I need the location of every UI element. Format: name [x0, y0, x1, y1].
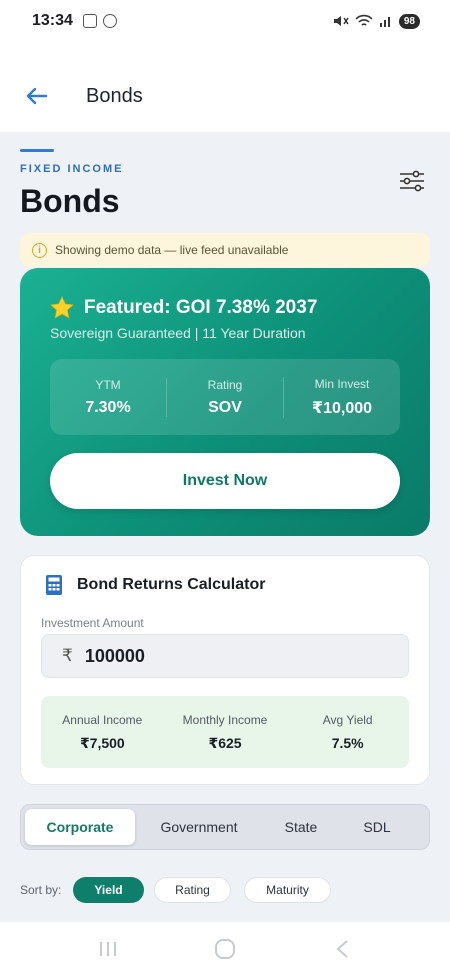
- bond-type-tabs: Corporate Government State SDL: [20, 804, 430, 850]
- star-icon: [50, 296, 74, 319]
- stat-ytm: YTM 7.30%: [50, 378, 166, 417]
- stat-label: Rating: [207, 377, 243, 392]
- notice-text: Showing demo data — live feed unavailabl…: [55, 243, 289, 257]
- calculator-title: Bond Returns Calculator: [77, 576, 266, 593]
- result-avg-yield: Avg Yield 7.5%: [286, 713, 409, 751]
- stat-value: ₹10,000: [311, 399, 373, 417]
- investment-amount-value: 100000: [84, 645, 145, 666]
- stat-value: 7.30%: [85, 398, 131, 416]
- mute-icon: [333, 16, 349, 26]
- chevron-left-icon: [336, 939, 348, 958]
- sort-label: Sort by:: [20, 883, 62, 897]
- result-monthly-income: Monthly Income ₹625: [164, 713, 287, 752]
- signal-icon: [379, 17, 390, 27]
- tab-government[interactable]: Government: [135, 809, 263, 845]
- stat-label: Min Invest: [314, 376, 370, 391]
- stat-value: SOV: [208, 398, 242, 416]
- result-value: 7.5%: [331, 735, 364, 751]
- tab-sdl[interactable]: SDL: [339, 809, 415, 845]
- wifi-icon: [355, 14, 373, 26]
- page-title: Bonds: [20, 183, 120, 219]
- investment-amount-label: Investment Amount: [41, 616, 144, 630]
- tab-state[interactable]: State: [263, 809, 339, 845]
- result-label: Avg Yield: [322, 713, 373, 727]
- sort-yield-chip[interactable]: Yield: [73, 877, 144, 903]
- currency-prefix: ₹: [62, 646, 73, 665]
- result-value: ₹625: [208, 734, 242, 751]
- info-icon: i: [32, 242, 47, 258]
- sort-maturity-chip[interactable]: Maturity: [244, 877, 331, 903]
- app-bar: Bonds: [0, 42, 450, 132]
- recents-icon: [100, 941, 117, 956]
- app-bar-title: Bonds: [86, 84, 143, 107]
- investment-amount-input[interactable]: ₹ 100000: [41, 634, 409, 678]
- invest-now-button[interactable]: Invest Now: [50, 453, 400, 509]
- stat-min-invest: Min Invest ₹10,000: [283, 376, 400, 418]
- recents-button[interactable]: [96, 938, 120, 960]
- sort-rating-chip[interactable]: Rating: [154, 877, 231, 903]
- bond-returns-calculator: Bond Returns Calculator Investment Amoun…: [20, 555, 430, 785]
- featured-bond-card: Featured: GOI 7.38% 2037 Sovereign Guara…: [20, 268, 430, 536]
- stat-label: YTM: [95, 377, 121, 392]
- arrow-left-icon: [26, 87, 47, 105]
- home-button[interactable]: [213, 938, 237, 960]
- calculator-icon: [46, 575, 62, 595]
- whatsapp-icon: [102, 14, 117, 28]
- stat-rating: Rating SOV: [166, 377, 283, 417]
- sliders-icon: [400, 170, 424, 192]
- result-annual-income: Annual Income ₹7,500: [41, 713, 164, 752]
- home-icon: [214, 938, 235, 959]
- battery-indicator: 98: [398, 13, 420, 29]
- status-bar: 13:34 98: [0, 0, 450, 42]
- result-label: Annual Income: [62, 712, 143, 727]
- back-button[interactable]: [16, 76, 56, 116]
- system-back-button[interactable]: [330, 938, 354, 960]
- featured-title: Featured: GOI 7.38% 2037: [84, 296, 318, 318]
- featured-stats: YTM 7.30% Rating SOV Min Invest ₹10,000: [50, 359, 400, 435]
- tab-corporate[interactable]: Corporate: [25, 809, 135, 845]
- result-value: ₹7,500: [79, 734, 125, 751]
- result-label: Monthly Income: [182, 712, 268, 727]
- system-nav-bar: [0, 922, 450, 975]
- demo-data-notice: i Showing demo data — live feed unavaila…: [20, 233, 430, 267]
- accent-line: [20, 149, 54, 152]
- screenshot-icon: [82, 14, 97, 28]
- section-eyebrow: FIXED INCOME: [20, 163, 124, 175]
- featured-subtitle: Sovereign Guaranteed | 11 Year Duration: [50, 325, 306, 341]
- calculator-results: Annual Income ₹7,500 Monthly Income ₹625…: [41, 696, 409, 768]
- status-time: 13:34: [32, 12, 73, 29]
- filter-button[interactable]: [396, 168, 428, 194]
